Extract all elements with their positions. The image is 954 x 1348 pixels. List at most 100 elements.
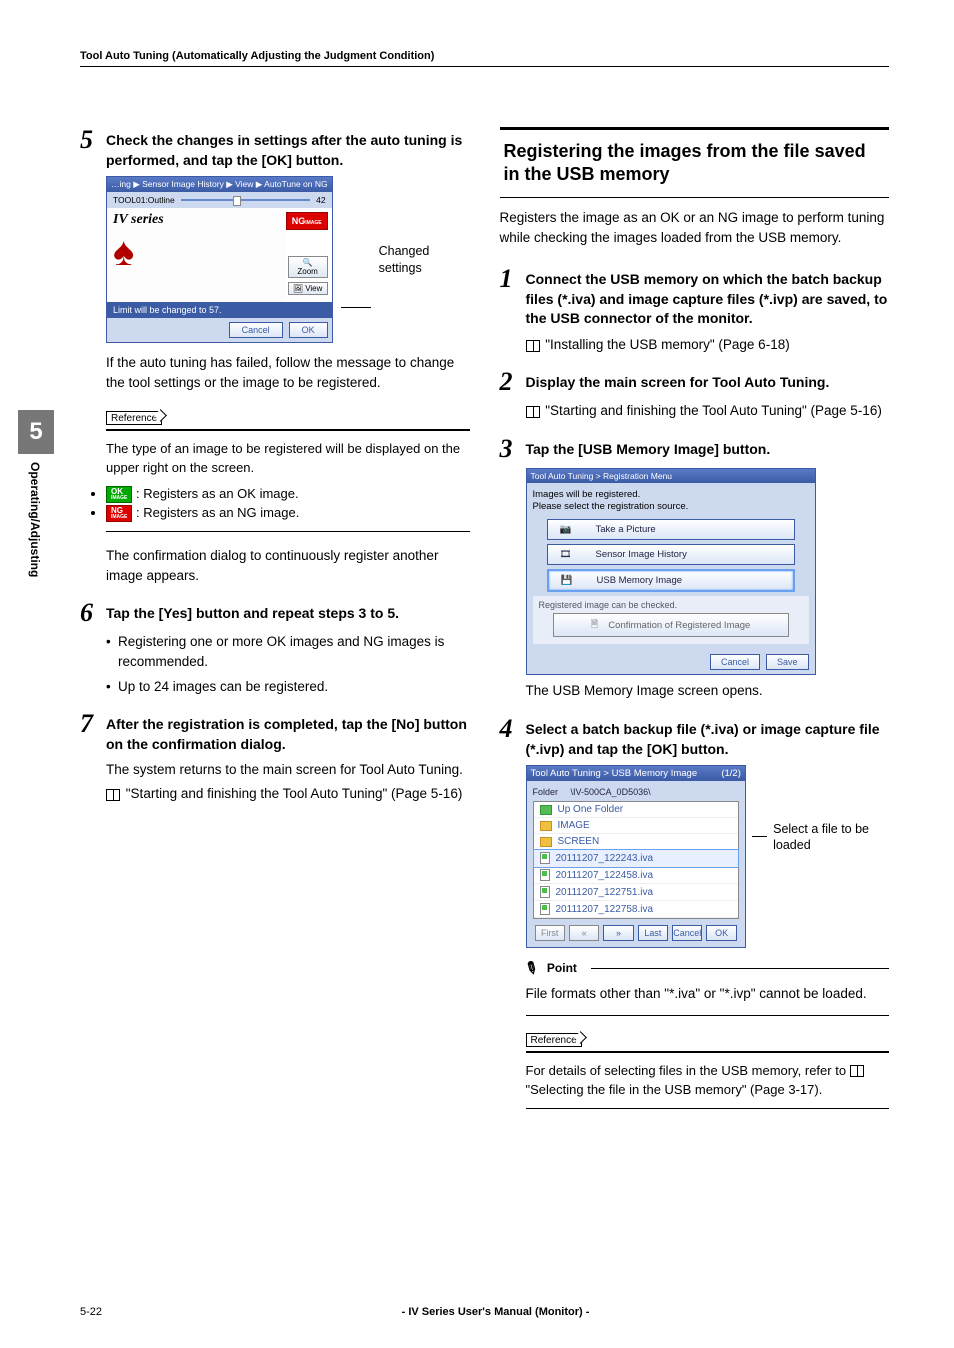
usb-icon: 💾 [557, 575, 577, 586]
usb-memory-image-button[interactable]: 💾 USB Memory Image [547, 569, 795, 592]
reg-sub-msg: Registered image can be checked. [539, 600, 803, 610]
iv-series-logo: IV series [113, 212, 280, 228]
step-7-body: The system returns to the main screen fo… [106, 760, 470, 780]
step-5-confirm: The confirmation dialog to continuously … [106, 546, 470, 587]
book-icon [850, 1065, 864, 1077]
file-window-title: Tool Auto Tuning > USB Memory Image [531, 768, 698, 779]
folder-path: \IV-500CA_0D5036\ [571, 787, 651, 797]
cancel-button[interactable]: Cancel [229, 322, 283, 338]
file-item[interactable]: 20111207_122751.iva [534, 884, 738, 901]
folder-image[interactable]: IMAGE [534, 818, 738, 834]
step-7-title: After the registration is completed, tap… [106, 711, 470, 754]
file-item[interactable]: 20111207_122758.iva [534, 901, 738, 918]
toolbar-value: 42 [316, 195, 325, 205]
ok-badge-icon: OKIMAGE [106, 486, 132, 503]
file-ok-button[interactable]: OK [706, 925, 736, 941]
prev-button[interactable]: « [569, 925, 599, 941]
spade-icon: ♠ [113, 232, 280, 272]
folder-label: Folder [533, 787, 559, 797]
r-step-number-4: 4 [500, 716, 520, 742]
step-5-title: Check the changes in settings after the … [106, 127, 470, 170]
step-6-bullet-1: Registering one or more OK images and NG… [106, 632, 470, 673]
file-item[interactable]: 20111207_122458.iva [534, 867, 738, 884]
next-button[interactable]: » [603, 925, 633, 941]
file-icon [540, 852, 550, 864]
reference-label: Reference [106, 411, 162, 425]
point-box: File formats other than "*.iva" or "*.iv… [526, 978, 890, 1015]
ng-desc: : Registers as an NG image. [136, 505, 299, 520]
step-number-7: 7 [80, 711, 100, 737]
last-button[interactable]: Last [638, 925, 668, 941]
confirm-registered-image-button[interactable]: 🗎 Confirmation of Registered Image [553, 613, 789, 637]
reg-cancel-button[interactable]: Cancel [710, 654, 760, 670]
chapter-side-tab: 5 Operating/Adjusting [18, 410, 54, 585]
status-message: Limit will be changed to 57. [107, 302, 332, 318]
file-icon [540, 903, 550, 915]
registration-menu-screenshot: Tool Auto Tuning > Registration Menu Ima… [526, 468, 890, 676]
sensor-image-history-button[interactable]: 🎞 Sensor Image History [547, 544, 795, 565]
select-file-callout: Select a file to be loaded [773, 821, 889, 854]
reg-msg-2: Please select the registration source. [533, 501, 809, 513]
zoom-button[interactable]: 🔍 Zoom [288, 256, 328, 278]
book-icon [526, 406, 540, 418]
view-button[interactable]: 🖼 View [288, 282, 328, 295]
step-5-screenshot: …ing ▶ Sensor Image History ▶ View ▶ Aut… [106, 176, 470, 343]
step-6-title: Tap the [Yes] button and repeat steps 3 … [106, 600, 399, 624]
r-step-3-caption: The USB Memory Image screen opens. [526, 683, 890, 698]
camera-icon: 📷 [556, 524, 576, 535]
step-number-6: 6 [80, 600, 100, 626]
document-icon: 🗎 [591, 617, 599, 633]
reference-box: The type of an image to be registered wi… [106, 429, 470, 532]
folder-screen[interactable]: SCREEN [534, 834, 738, 850]
chapter-number: 5 [18, 410, 54, 454]
reg-save-button[interactable]: Save [766, 654, 809, 670]
ng-image-bullet: NGIMAGE : Registers as an NG image. [106, 503, 470, 523]
file-item-selected[interactable]: 20111207_122243.iva [534, 850, 738, 867]
window-title: …ing ▶ Sensor Image History ▶ View ▶ Aut… [107, 177, 332, 192]
page-header: Tool Auto Tuning (Automatically Adjustin… [80, 50, 889, 67]
slider-bar [181, 199, 310, 201]
point-label: Point [547, 961, 577, 975]
step-6-bullet-2: Up to 24 images can be registered. [106, 677, 470, 697]
take-picture-button[interactable]: 📷 Take a Picture [547, 519, 795, 540]
toolbar-label: TOOL01:Outline [113, 195, 175, 205]
step-number-5: 5 [80, 127, 100, 153]
pen-icon: ✎ [520, 958, 544, 980]
file-icon [540, 886, 550, 898]
up-folder-icon [540, 805, 552, 815]
r-step-4-title: Select a batch backup file (*.iva) or im… [526, 716, 890, 759]
film-icon: 🎞 [556, 549, 576, 560]
ok-image-bullet: OKIMAGE : Registers as an OK image. [106, 484, 470, 504]
step-5-note: If the auto tuning has failed, follow th… [106, 353, 470, 394]
folder-icon [540, 837, 552, 847]
up-one-folder[interactable]: Up One Folder [534, 802, 738, 818]
reference-intro: The type of an image to be registered wi… [106, 439, 470, 478]
page-number: 5-22 [80, 1306, 102, 1318]
folder-icon [540, 821, 552, 831]
footer-title: - IV Series User's Manual (Monitor) - [402, 1306, 590, 1318]
book-icon [526, 340, 540, 352]
r-step-3-title: Tap the [USB Memory Image] button. [526, 436, 771, 460]
reg-msg-1: Images will be registered. [533, 489, 809, 501]
reg-window-title: Tool Auto Tuning > Registration Menu [527, 469, 815, 483]
r-step-2-reference: "Starting and finishing the Tool Auto Tu… [545, 403, 882, 418]
ok-button[interactable]: OK [289, 322, 328, 338]
file-browser-screenshot: Tool Auto Tuning > USB Memory Image (1/2… [526, 765, 890, 948]
r-step-number-1: 1 [500, 266, 520, 292]
section-title: Registering the images from the file sav… [500, 127, 890, 198]
r-step-number-3: 3 [500, 436, 520, 462]
reference-label-2: Reference [526, 1033, 582, 1047]
r-step-2-title: Display the main screen for Tool Auto Tu… [526, 369, 830, 393]
file-cancel-button[interactable]: Cancel [672, 925, 702, 941]
chapter-label: Operating/Adjusting [18, 454, 52, 585]
r-step-1-title: Connect the USB memory on which the batc… [526, 266, 890, 329]
r-step-1-reference: "Installing the USB memory" (Page 6-18) [545, 337, 789, 352]
section-intro: Registers the image as an OK or an NG im… [500, 208, 890, 249]
ng-image-badge: NGIMAGE [286, 212, 328, 230]
first-button[interactable]: First [535, 925, 565, 941]
reference-box-2: For details of selecting files in the US… [526, 1051, 890, 1109]
r-step-number-2: 2 [500, 369, 520, 395]
ng-badge-icon: NGIMAGE [106, 505, 132, 522]
changed-settings-callout: Changed settings [379, 243, 470, 276]
step-7-reference: "Starting and finishing the Tool Auto Tu… [126, 786, 463, 801]
